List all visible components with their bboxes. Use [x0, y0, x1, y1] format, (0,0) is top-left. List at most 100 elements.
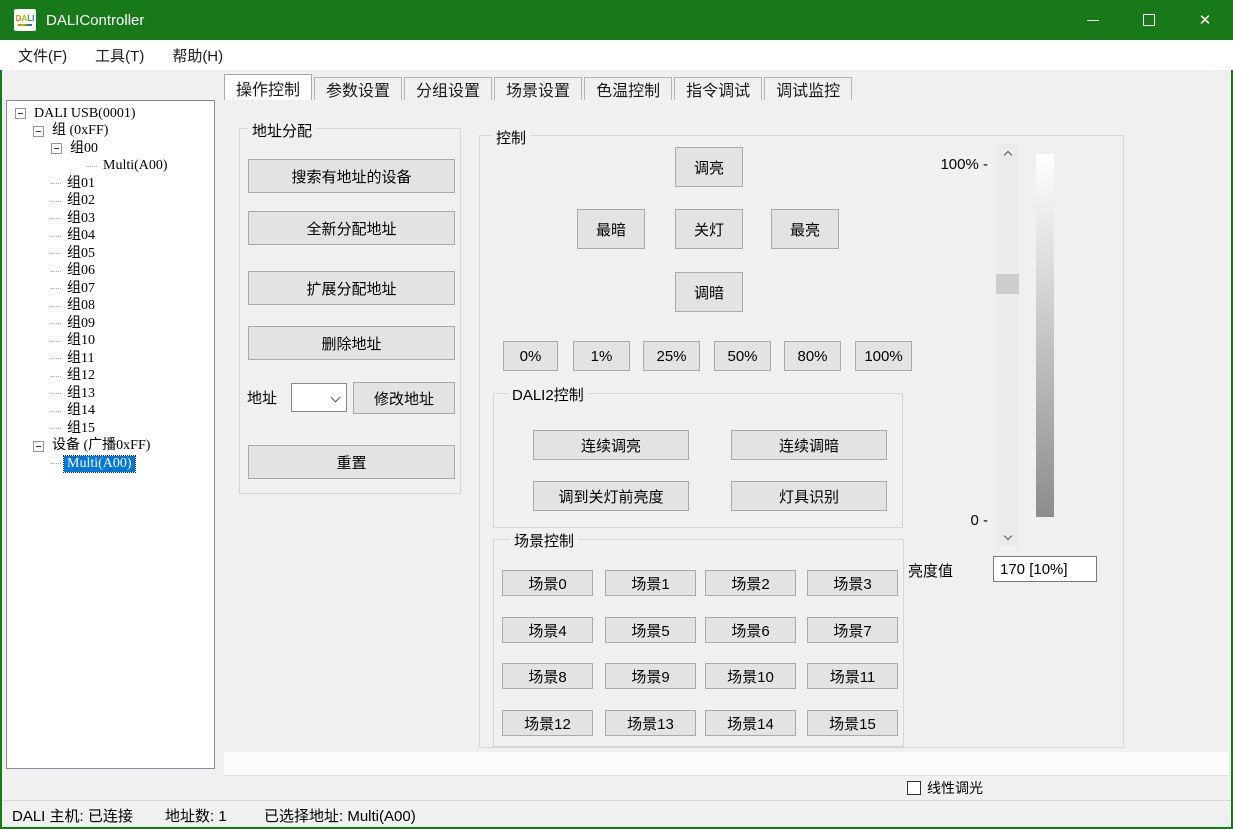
tree-item-label: DALI USB(0001): [31, 106, 139, 122]
dali-logo-letters: DALI: [16, 15, 35, 23]
scene-button-1[interactable]: 场景1: [605, 570, 696, 596]
continuous-dim-down-button[interactable]: 连续调暗: [731, 430, 887, 460]
tree-connector-line: [51, 236, 61, 237]
scene-button-9[interactable]: 场景9: [605, 663, 696, 689]
dim-up-button[interactable]: 调亮: [675, 147, 743, 187]
min-brightness-button[interactable]: 最暗: [577, 209, 645, 249]
scene-button-5[interactable]: 场景5: [605, 617, 696, 643]
lamp-off-button[interactable]: 关灯: [675, 209, 743, 249]
tab-3[interactable]: 场景设置: [494, 77, 582, 100]
delete-address-button[interactable]: 删除地址: [248, 326, 455, 360]
continuous-dim-up-button[interactable]: 连续调亮: [533, 430, 689, 460]
scene-button-12[interactable]: 场景12: [502, 710, 593, 736]
tree-expander-minus-icon[interactable]: [33, 126, 44, 137]
lamp-identify-button[interactable]: 灯具识别: [731, 481, 887, 511]
tree-item-3[interactable]: Multi(A00): [7, 158, 214, 176]
scene-button-0[interactable]: 场景0: [502, 570, 593, 596]
menu-bar: 文件(F) 工具(T) 帮助(H): [0, 40, 1233, 70]
brightness-value-text: 170 [10%]: [1000, 561, 1068, 578]
tree-item-14[interactable]: 组11: [7, 350, 214, 368]
percent-button-0[interactable]: 0%: [503, 341, 558, 371]
tree-item-7[interactable]: 组04: [7, 228, 214, 246]
tree-item-8[interactable]: 组05: [7, 245, 214, 263]
search-addressed-devices-button[interactable]: 搜索有地址的设备: [248, 159, 455, 193]
brightness-scrollbar[interactable]: [996, 144, 1019, 546]
extend-assign-address-button[interactable]: 扩展分配地址: [248, 271, 455, 305]
scene-button-7[interactable]: 场景7: [807, 617, 898, 643]
tab-1[interactable]: 参数设置: [314, 77, 402, 100]
goto-last-level-button[interactable]: 调到关灯前亮度: [533, 481, 689, 511]
scene-button-11[interactable]: 场景11: [807, 663, 898, 689]
tree-item-9[interactable]: 组06: [7, 263, 214, 281]
tab-4[interactable]: 色温控制: [584, 77, 672, 100]
assign-new-address-button[interactable]: 全新分配地址: [248, 211, 455, 245]
scroll-up-button[interactable]: [996, 146, 1019, 163]
percent-button-50[interactable]: 50%: [714, 341, 771, 371]
percent-button-25[interactable]: 25%: [643, 341, 700, 371]
tree-item-19[interactable]: 设备 (广播0xFF): [7, 438, 214, 456]
scene-button-10[interactable]: 场景10: [705, 663, 796, 689]
device-tree[interactable]: DALI USB(0001)组 (0xFF)组00Multi(A00)组01组0…: [6, 100, 215, 769]
tree-item-17[interactable]: 组14: [7, 403, 214, 421]
modify-address-button[interactable]: 修改地址: [353, 382, 455, 414]
scene-button-14[interactable]: 场景14: [705, 710, 796, 736]
tree-item-13[interactable]: 组10: [7, 333, 214, 351]
percent-button-100[interactable]: 100%: [855, 341, 912, 371]
tab-2[interactable]: 分组设置: [404, 77, 492, 100]
tab-6[interactable]: 调试监控: [764, 77, 852, 100]
scene-button-15[interactable]: 场景15: [807, 710, 898, 736]
menu-item-1[interactable]: 工具(T): [85, 41, 154, 70]
tree-expander-minus-icon[interactable]: [15, 108, 26, 119]
tree-item-label: 组04: [64, 228, 98, 244]
tree-item-10[interactable]: 组07: [7, 280, 214, 298]
tree-item-label: 组03: [64, 211, 98, 227]
linear-dimming-checkbox[interactable]: [907, 781, 921, 795]
tree-item-label: Multi(A00): [64, 456, 135, 472]
scene-button-4[interactable]: 场景4: [502, 617, 593, 643]
minimize-button[interactable]: [1065, 0, 1121, 40]
reset-button[interactable]: 重置: [248, 445, 455, 479]
tree-item-label: 组12: [64, 368, 98, 384]
tree-item-16[interactable]: 组13: [7, 385, 214, 403]
max-brightness-button[interactable]: 最亮: [771, 209, 839, 249]
scene-button-8[interactable]: 场景8: [502, 663, 593, 689]
close-button[interactable]: ✕: [1177, 0, 1233, 40]
app-window: DALI DALIController ✕ 文件(F)工具(T)帮助(H) DA…: [0, 0, 1233, 829]
tree-connector-line: [51, 393, 61, 394]
tree-item-5[interactable]: 组02: [7, 193, 214, 211]
tree-expander-minus-icon[interactable]: [51, 143, 62, 154]
tab-0[interactable]: 操作控制: [224, 74, 312, 100]
scene-button-6[interactable]: 场景6: [705, 617, 796, 643]
percent-button-80[interactable]: 80%: [784, 341, 841, 371]
tree-item-6[interactable]: 组03: [7, 210, 214, 228]
scene-button-2[interactable]: 场景2: [705, 570, 796, 596]
tree-expander-minus-icon[interactable]: [33, 441, 44, 452]
tree-item-2[interactable]: 组00: [7, 140, 214, 158]
tree-item-12[interactable]: 组09: [7, 315, 214, 333]
tree-item-11[interactable]: 组08: [7, 298, 214, 316]
tree-item-label: 组13: [64, 386, 98, 402]
address-combobox[interactable]: [291, 383, 347, 412]
tree-item-0[interactable]: DALI USB(0001): [7, 105, 214, 123]
scene-button-13[interactable]: 场景13: [605, 710, 696, 736]
scroll-down-button[interactable]: [996, 527, 1019, 544]
maximize-button[interactable]: [1121, 0, 1177, 40]
scene-button-3[interactable]: 场景3: [807, 570, 898, 596]
chevron-down-icon: [331, 393, 341, 403]
tab-strip: 操作控制参数设置分组设置场景设置色温控制指令调试调试监控: [224, 74, 852, 100]
tab-5[interactable]: 指令调试: [674, 77, 762, 100]
menu-item-2[interactable]: 帮助(H): [162, 41, 233, 70]
brightness-gradient-bar: [1036, 154, 1054, 517]
tree-item-label: 组11: [64, 351, 97, 367]
menu-item-0[interactable]: 文件(F): [8, 41, 77, 70]
tree-item-20[interactable]: Multi(A00): [7, 455, 214, 473]
scrollbar-thumb[interactable]: [996, 274, 1019, 294]
tree-item-15[interactable]: 组12: [7, 368, 214, 386]
tree-item-18[interactable]: 组15: [7, 420, 214, 438]
dim-down-button[interactable]: 调暗: [675, 272, 743, 312]
tree-connector-line: [51, 358, 61, 359]
tree-item-1[interactable]: 组 (0xFF): [7, 123, 214, 141]
percent-button-1[interactable]: 1%: [573, 341, 630, 371]
brightness-value-field[interactable]: 170 [10%]: [993, 556, 1097, 582]
tree-item-4[interactable]: 组01: [7, 175, 214, 193]
